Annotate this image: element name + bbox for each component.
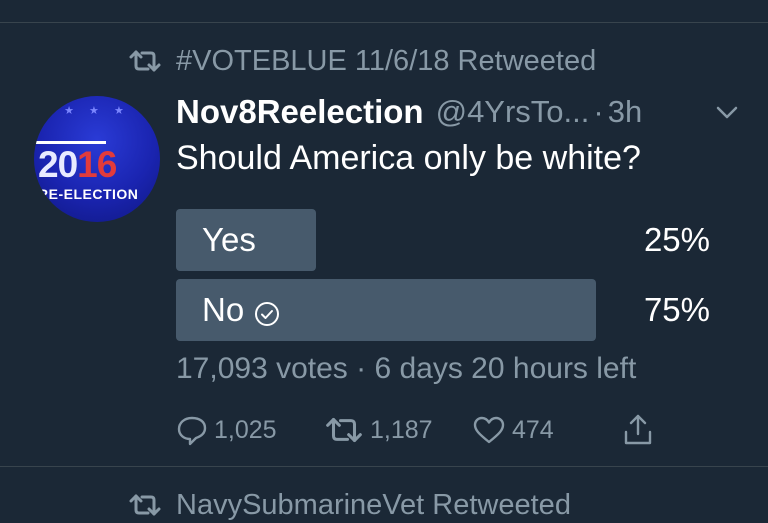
like-icon — [473, 416, 505, 444]
retweet-icon — [326, 417, 362, 443]
retweet-icon — [128, 493, 162, 517]
reply-button[interactable]: 1,025 — [176, 410, 277, 450]
tweet-header: Nov8Reelection @4YrsTo... · 3h — [176, 92, 642, 132]
avatar[interactable]: ★ ★ ★ 2016 RE-ELECTION — [34, 96, 160, 222]
author-handle[interactable]: @4YrsTo... — [436, 94, 590, 130]
retweet-icon — [128, 49, 162, 73]
tweet-time[interactable]: 3h — [608, 94, 642, 130]
poll-option-no[interactable]: No 75% — [176, 279, 716, 341]
avatar-subtitle: RE-ELECTION — [38, 186, 139, 202]
chevron-down-icon[interactable] — [712, 100, 742, 124]
poll-option-percent: 25% — [643, 221, 710, 258]
retweet-button[interactable]: 1,187 — [324, 410, 433, 450]
avatar-year: 2016 — [38, 144, 117, 185]
like-button[interactable]: 474 — [472, 410, 554, 450]
previous-tweet-actions — [0, 0, 768, 2]
share-button[interactable] — [620, 410, 662, 450]
reply-count: 1,025 — [214, 415, 277, 444]
next-retweet-context-text: NavySubmarineVet Retweeted — [176, 488, 571, 521]
header-separator: · — [593, 94, 604, 129]
tweet-actions: 1,025 1,187 474 — [176, 410, 676, 450]
poll-option-label: No — [202, 291, 245, 328]
top-divider — [0, 22, 768, 23]
poll-option-yes[interactable]: Yes 25% — [176, 209, 716, 271]
author-name[interactable]: Nov8Reelection — [176, 93, 424, 131]
poll-option-percent: 75% — [643, 291, 710, 328]
bottom-divider — [0, 466, 768, 467]
avatar-stars: ★ ★ ★ — [64, 105, 130, 117]
retweet-context[interactable]: #VOTEBLUE 11/6/18 Retweeted — [128, 44, 596, 78]
share-icon — [624, 414, 652, 445]
poll-meta: 17,093 votes · 6 days 20 hours left — [176, 352, 637, 385]
check-circle-icon — [254, 297, 280, 326]
poll-option-label: Yes — [202, 221, 256, 258]
retweet-count: 1,187 — [370, 415, 433, 444]
like-count: 474 — [512, 415, 554, 444]
poll-option-label-wrap: No — [202, 279, 280, 341]
next-retweet-context[interactable]: NavySubmarineVet Retweeted — [128, 488, 571, 522]
retweet-context-text: #VOTEBLUE 11/6/18 Retweeted — [176, 44, 597, 77]
tweet-text: Should America only be white? — [176, 139, 641, 177]
reply-icon — [177, 416, 207, 446]
